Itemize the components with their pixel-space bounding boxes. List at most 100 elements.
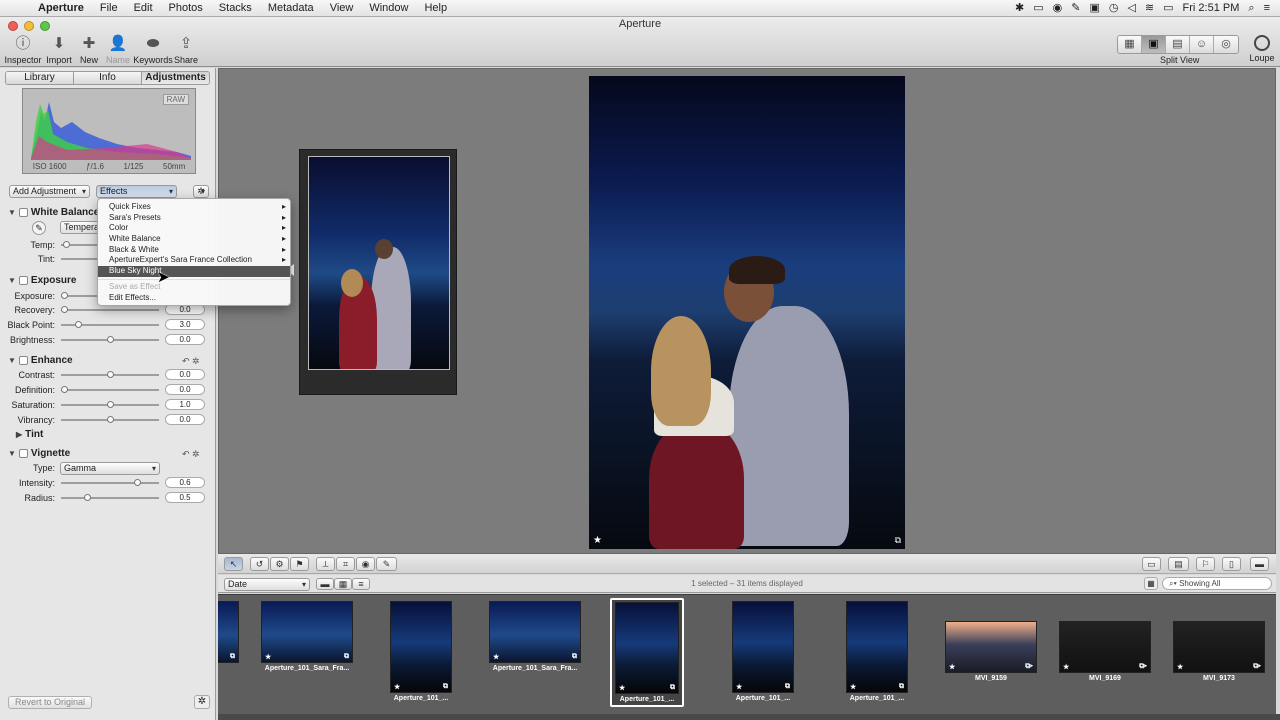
gear-icon[interactable]: ✲: [194, 695, 210, 709]
sound-icon[interactable]: ◁: [1127, 0, 1135, 17]
vignette-header[interactable]: ▼ Vignette: [8, 448, 70, 459]
tab-adjustments[interactable]: Adjustments: [142, 72, 209, 84]
revert-to-original-button[interactable]: Revert to Original: [8, 696, 93, 709]
menu-stacks[interactable]: Stacks: [211, 0, 260, 17]
exposure-1-knob[interactable]: [61, 306, 68, 313]
battery-icon[interactable]: ▭: [1163, 0, 1173, 17]
enhance-1-slider[interactable]: [61, 386, 159, 393]
preview-thumbnail[interactable]: [299, 149, 457, 395]
add-adjustment-popup[interactable]: Add Adjustment: [9, 185, 90, 198]
search-field[interactable]: ⌕▾ Showing All: [1162, 577, 1272, 590]
white-balance-checkbox[interactable]: [18, 208, 28, 217]
vignette-0-value-field[interactable]: 0.6: [165, 477, 205, 488]
time-machine-icon[interactable]: ◷: [1109, 0, 1119, 17]
compare-tool-icon[interactable]: ▯: [1222, 557, 1241, 571]
menu-file[interactable]: File: [92, 0, 126, 17]
effects-menu-item[interactable]: ApertureExpert's Sara France Collection: [98, 255, 290, 266]
main-photo[interactable]: ★ ⧉: [589, 76, 905, 549]
effects-menu-item[interactable]: Black & White: [98, 245, 290, 256]
straighten-tool-icon[interactable]: ⟂: [316, 557, 335, 571]
disclosure-closed-icon[interactable]: ▶: [16, 430, 22, 439]
eyedropper-icon[interactable]: ✎: [32, 221, 46, 235]
filmstrip-thumbnail[interactable]: ★ ⧉▸ MVI_9173: [1168, 621, 1270, 682]
tools-icon[interactable]: ✎: [1071, 0, 1080, 17]
filmstrip-thumbnail[interactable]: ★ ⧉▸ MVI_9159: [940, 621, 1042, 682]
vignette-tools[interactable]: ↶ ✲: [182, 449, 200, 460]
enhance-header[interactable]: ▼ Enhance: [8, 355, 73, 366]
filmstrip-thumbnail[interactable]: ★ ⧉ Aperture_101_...: [385, 601, 457, 702]
sync-icon[interactable]: ◉: [1053, 0, 1063, 17]
tint-slider[interactable]: [61, 258, 97, 260]
edit-effects-item[interactable]: Edit Effects...: [98, 293, 290, 304]
spotlight-icon[interactable]: ⌕: [1248, 0, 1254, 17]
viewer-icon[interactable]: ▤: [1166, 36, 1190, 53]
exposure-1-slider[interactable]: [61, 306, 159, 313]
effects-popup[interactable]: Effects: [96, 185, 177, 198]
viewer[interactable]: ★ ⧉: [218, 68, 1276, 554]
disclosure-open-icon[interactable]: ▼: [8, 276, 16, 285]
menu-help[interactable]: Help: [416, 0, 455, 17]
places-icon[interactable]: ◎: [1214, 36, 1238, 53]
enhance-0-knob[interactable]: [107, 371, 114, 378]
effects-menu-item[interactable]: Quick Fixes: [98, 202, 290, 213]
filmstrip-thumbnail[interactable]: ★⧉ ..e: [218, 601, 244, 672]
filmstrip-thumbnail[interactable]: ★ ⧉ Aperture_101_...: [610, 598, 684, 707]
disclosure-open-icon[interactable]: ▼: [8, 449, 16, 458]
enhance-0-slider[interactable]: [61, 371, 159, 378]
faces-icon[interactable]: ☺: [1190, 36, 1214, 53]
enhance-3-knob[interactable]: [107, 416, 114, 423]
effects-menu-item[interactable]: Sara's Presets: [98, 213, 290, 224]
temp-knob[interactable]: [63, 241, 70, 248]
grid-view-icon[interactable]: ▦: [1118, 36, 1142, 53]
menu-metadata[interactable]: Metadata: [260, 0, 322, 17]
lift-tool-icon[interactable]: ⚑: [290, 557, 309, 571]
exposure-header[interactable]: ▼ Exposure: [8, 275, 77, 286]
menu-edit[interactable]: Edit: [126, 0, 161, 17]
vignette-1-slider[interactable]: [61, 494, 159, 501]
enhance-2-slider[interactable]: [61, 401, 159, 408]
tab-info[interactable]: Info: [74, 72, 142, 84]
filmstrip-thumbnail[interactable]: ★ ⧉ Aperture_101_Sara_Fra...: [484, 601, 586, 672]
disclosure-open-icon[interactable]: ▼: [8, 356, 16, 365]
enhance-3-value-field[interactable]: 0.0: [165, 414, 205, 425]
tab-library[interactable]: Library: [6, 72, 74, 84]
rotate-tool-icon[interactable]: ↺: [250, 557, 269, 571]
wifi-icon[interactable]: ≋: [1145, 0, 1154, 17]
flag-tool-icon[interactable]: ⚐: [1196, 557, 1215, 571]
temp-slider[interactable]: [61, 241, 97, 248]
selection-tool-icon[interactable]: ↖: [224, 557, 243, 571]
filmstrip-thumbnail[interactable]: ★ ⧉ Aperture_101_...: [727, 601, 799, 702]
menu-photos[interactable]: Photos: [161, 0, 211, 17]
extras-icon[interactable]: ▭: [1033, 0, 1043, 17]
exposure-3-knob[interactable]: [107, 336, 114, 343]
effects-menu-item[interactable]: Color: [98, 223, 290, 234]
filmstrip-thumbnail[interactable]: ★ ⧉▸ MVI_9169: [1054, 621, 1156, 682]
white-balance-header[interactable]: ▼ White Balance: [8, 207, 99, 218]
filmstrip-toggle-icon[interactable]: ▬: [1250, 557, 1269, 571]
stamp-tool-icon[interactable]: ⚙: [270, 557, 289, 571]
bluetooth-icon[interactable]: ✱: [1015, 0, 1024, 17]
vignette-type-popup[interactable]: Gamma: [60, 462, 160, 475]
import-tool-icon[interactable]: ▭: [1142, 557, 1161, 571]
effects-menu-item[interactable]: White Balance: [98, 234, 290, 245]
enhance-tools[interactable]: ↶ ✲: [182, 356, 200, 367]
notifications-icon[interactable]: ≡: [1264, 0, 1270, 17]
enhance-checkbox[interactable]: [18, 356, 28, 365]
brush-tool-icon[interactable]: ✎: [376, 557, 397, 571]
menu-view[interactable]: View: [322, 0, 362, 17]
exposure-3-slider[interactable]: [61, 336, 159, 343]
crop-tool-icon[interactable]: ⌗: [336, 557, 355, 571]
enhance-3-slider[interactable]: [61, 416, 159, 423]
effects-menu-item[interactable]: Blue Sky Night: [98, 266, 290, 277]
tint-header[interactable]: ▶ Tint: [16, 429, 43, 440]
vignette-0-knob[interactable]: [134, 479, 141, 486]
exposure-checkbox[interactable]: [18, 276, 28, 285]
menu-app[interactable]: Aperture: [30, 0, 92, 17]
vignette-checkbox[interactable]: [18, 449, 28, 458]
adjust-tools-button[interactable]: ✲: [193, 185, 209, 198]
share-button[interactable]: ⇪ Share: [164, 35, 208, 65]
exposure-2-slider[interactable]: [61, 321, 159, 328]
enhance-1-knob[interactable]: [61, 386, 68, 393]
enhance-0-value-field[interactable]: 0.0: [165, 369, 205, 380]
stack-tool-icon[interactable]: ▤: [1168, 557, 1189, 571]
